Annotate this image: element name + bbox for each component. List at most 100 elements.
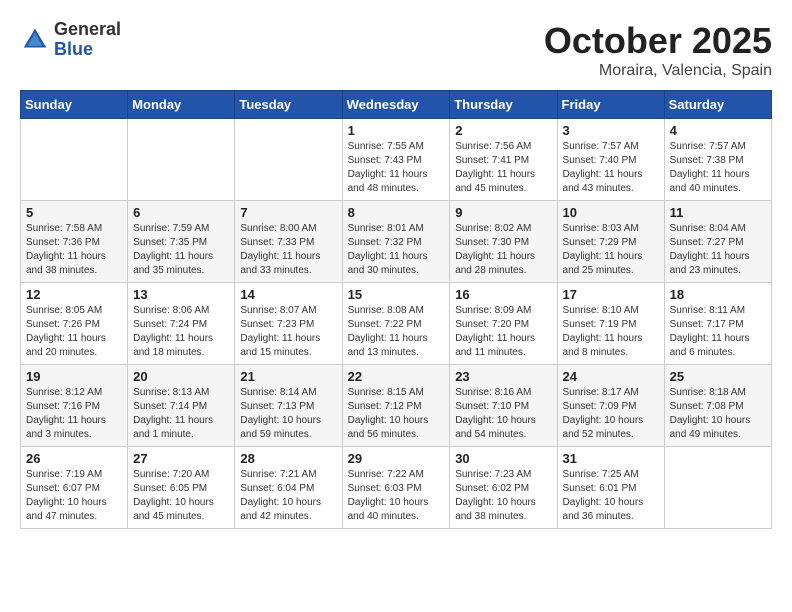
day-number: 11 [670,205,766,220]
logo-icon [20,25,50,55]
day-number: 14 [240,287,336,302]
day-number: 22 [348,369,445,384]
day-header-tuesday: Tuesday [235,91,342,119]
calendar-cell: 20 Sunrise: 8:13 AM Sunset: 7:14 PM Dayli… [128,365,235,447]
day-number: 29 [348,451,445,466]
day-header-saturday: Saturday [664,91,771,119]
calendar-cell: 29Sunrise: 7:22 AM Sunset: 6:03 PM Dayli… [342,447,450,529]
logo-text: General Blue [54,20,121,60]
location: Moraira, Valencia, Spain [544,62,772,80]
day-number: 6 [133,205,229,220]
calendar-cell: 15 Sunrise: 8:08 AM Sunset: 7:22 PM Dayli… [342,283,450,365]
day-info: Sunrise: 8:15 AM Sunset: 7:12 PM Dayligh… [348,386,445,442]
day-number: 18 [670,287,766,302]
calendar-cell: 14 Sunrise: 8:07 AM Sunset: 7:23 PM Dayli… [235,283,342,365]
day-header-thursday: Thursday [450,91,557,119]
calendar-week-row: 19 Sunrise: 8:12 AM Sunset: 7:16 PM Dayli… [21,365,772,447]
day-number: 26 [26,451,122,466]
calendar-cell [21,119,128,201]
calendar-header-row: SundayMondayTuesdayWednesdayThursdayFrid… [21,91,772,119]
day-number: 23 [455,369,551,384]
title-block: October 2025 Moraira, Valencia, Spain [544,20,772,80]
day-number: 8 [348,205,445,220]
calendar-week-row: 26 Sunrise: 7:19 AM Sunset: 6:07 PM Dayli… [21,447,772,529]
day-info: Sunrise: 8:04 AM Sunset: 7:27 PM Dayligh… [670,222,766,278]
calendar-cell: 25Sunrise: 8:18 AM Sunset: 7:08 PM Dayli… [664,365,771,447]
day-info: Sunrise: 8:11 AM Sunset: 7:17 PM Dayligh… [670,304,766,360]
day-number: 9 [455,205,551,220]
calendar-cell: 13Sunrise: 8:06 AM Sunset: 7:24 PM Dayli… [128,283,235,365]
logo-blue: Blue [54,40,121,60]
day-info: Sunrise: 8:08 AM Sunset: 7:22 PM Dayligh… [348,304,445,360]
calendar-cell [235,119,342,201]
day-number: 27 [133,451,229,466]
month-title: October 2025 [544,20,772,62]
day-info: Sunrise: 8:09 AM Sunset: 7:20 PM Dayligh… [455,304,551,360]
page-header: General Blue October 2025 Moraira, Valen… [20,20,772,80]
calendar-cell: 7 Sunrise: 8:00 AM Sunset: 7:33 PM Daylig… [235,201,342,283]
day-info: Sunrise: 7:59 AM Sunset: 7:35 PM Dayligh… [133,222,229,278]
calendar-cell: 4 Sunrise: 7:57 AM Sunset: 7:38 PM Daylig… [664,119,771,201]
day-number: 15 [348,287,445,302]
day-info: Sunrise: 8:16 AM Sunset: 7:10 PM Dayligh… [455,386,551,442]
day-info: Sunrise: 7:58 AM Sunset: 7:36 PM Dayligh… [26,222,122,278]
calendar-week-row: 5Sunrise: 7:58 AM Sunset: 7:36 PM Daylig… [21,201,772,283]
calendar-cell: 22 Sunrise: 8:15 AM Sunset: 7:12 PM Dayli… [342,365,450,447]
day-info: Sunrise: 8:07 AM Sunset: 7:23 PM Dayligh… [240,304,336,360]
day-number: 25 [670,369,766,384]
calendar-cell: 11 Sunrise: 8:04 AM Sunset: 7:27 PM Dayli… [664,201,771,283]
day-info: Sunrise: 7:19 AM Sunset: 6:07 PM Dayligh… [26,468,122,524]
calendar-cell [664,447,771,529]
day-info: Sunrise: 7:57 AM Sunset: 7:40 PM Dayligh… [563,140,659,196]
day-info: Sunrise: 8:14 AM Sunset: 7:13 PM Dayligh… [240,386,336,442]
calendar-cell: 24Sunrise: 8:17 AM Sunset: 7:09 PM Dayli… [557,365,664,447]
day-info: Sunrise: 8:13 AM Sunset: 7:14 PM Dayligh… [133,386,229,442]
calendar-cell: 27 Sunrise: 7:20 AM Sunset: 6:05 PM Dayli… [128,447,235,529]
day-number: 20 [133,369,229,384]
calendar-cell: 6 Sunrise: 7:59 AM Sunset: 7:35 PM Daylig… [128,201,235,283]
day-number: 31 [563,451,659,466]
calendar-week-row: 12Sunrise: 8:05 AM Sunset: 7:26 PM Dayli… [21,283,772,365]
calendar-cell: 12Sunrise: 8:05 AM Sunset: 7:26 PM Dayli… [21,283,128,365]
day-number: 17 [563,287,659,302]
calendar-cell: 21 Sunrise: 8:14 AM Sunset: 7:13 PM Dayli… [235,365,342,447]
day-info: Sunrise: 8:00 AM Sunset: 7:33 PM Dayligh… [240,222,336,278]
day-number: 7 [240,205,336,220]
calendar-cell: 31 Sunrise: 7:25 AM Sunset: 6:01 PM Dayli… [557,447,664,529]
day-header-monday: Monday [128,91,235,119]
calendar-table: SundayMondayTuesdayWednesdayThursdayFrid… [20,90,772,529]
day-number: 28 [240,451,336,466]
day-info: Sunrise: 8:17 AM Sunset: 7:09 PM Dayligh… [563,386,659,442]
day-info: Sunrise: 7:21 AM Sunset: 6:04 PM Dayligh… [240,468,336,524]
day-info: Sunrise: 8:06 AM Sunset: 7:24 PM Dayligh… [133,304,229,360]
calendar-week-row: 1Sunrise: 7:55 AM Sunset: 7:43 PM Daylig… [21,119,772,201]
day-info: Sunrise: 7:25 AM Sunset: 6:01 PM Dayligh… [563,468,659,524]
day-info: Sunrise: 7:23 AM Sunset: 6:02 PM Dayligh… [455,468,551,524]
calendar-cell: 26 Sunrise: 7:19 AM Sunset: 6:07 PM Dayli… [21,447,128,529]
day-header-wednesday: Wednesday [342,91,450,119]
day-info: Sunrise: 7:20 AM Sunset: 6:05 PM Dayligh… [133,468,229,524]
calendar-cell: 23 Sunrise: 8:16 AM Sunset: 7:10 PM Dayli… [450,365,557,447]
logo-general: General [54,20,121,40]
day-info: Sunrise: 8:12 AM Sunset: 7:16 PM Dayligh… [26,386,122,442]
calendar-cell [128,119,235,201]
calendar-cell: 28 Sunrise: 7:21 AM Sunset: 6:04 PM Dayli… [235,447,342,529]
day-info: Sunrise: 7:55 AM Sunset: 7:43 PM Dayligh… [348,140,445,196]
calendar-cell: 2Sunrise: 7:56 AM Sunset: 7:41 PM Daylig… [450,119,557,201]
day-number: 30 [455,451,551,466]
day-info: Sunrise: 8:02 AM Sunset: 7:30 PM Dayligh… [455,222,551,278]
calendar-cell: 3Sunrise: 7:57 AM Sunset: 7:40 PM Daylig… [557,119,664,201]
calendar-cell: 10Sunrise: 8:03 AM Sunset: 7:29 PM Dayli… [557,201,664,283]
day-info: Sunrise: 7:57 AM Sunset: 7:38 PM Dayligh… [670,140,766,196]
day-number: 4 [670,123,766,138]
calendar-cell: 1Sunrise: 7:55 AM Sunset: 7:43 PM Daylig… [342,119,450,201]
day-header-friday: Friday [557,91,664,119]
calendar-cell: 5Sunrise: 7:58 AM Sunset: 7:36 PM Daylig… [21,201,128,283]
day-number: 19 [26,369,122,384]
day-header-sunday: Sunday [21,91,128,119]
day-number: 16 [455,287,551,302]
calendar-cell: 19 Sunrise: 8:12 AM Sunset: 7:16 PM Dayli… [21,365,128,447]
day-info: Sunrise: 8:03 AM Sunset: 7:29 PM Dayligh… [563,222,659,278]
day-number: 21 [240,369,336,384]
calendar-cell: 8Sunrise: 8:01 AM Sunset: 7:32 PM Daylig… [342,201,450,283]
